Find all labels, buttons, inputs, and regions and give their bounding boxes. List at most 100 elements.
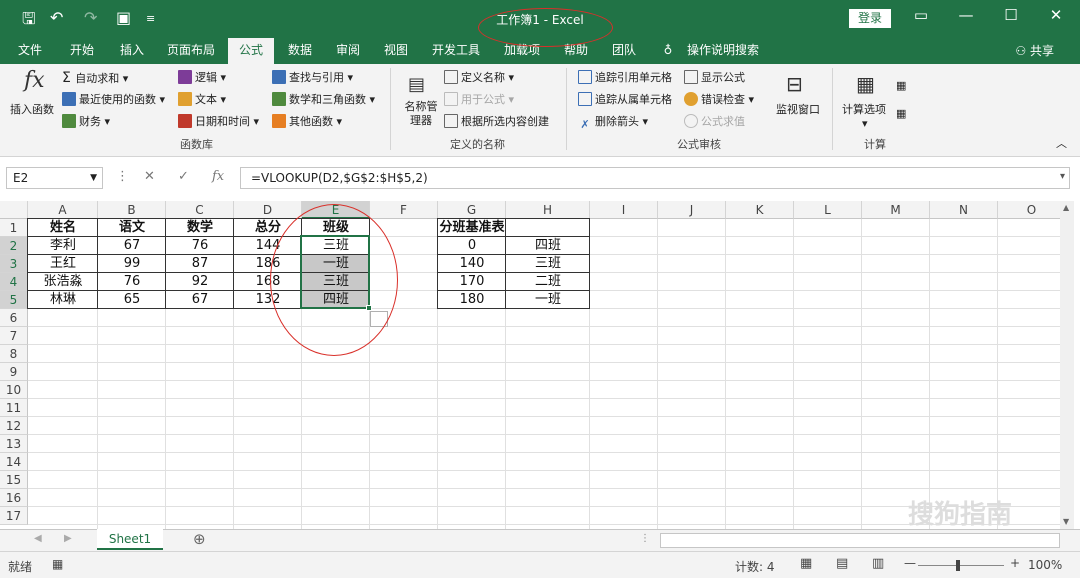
recent-functions-button[interactable]: 最近使用的函数 ▾: [62, 92, 165, 108]
prev-sheet-icon[interactable]: ◀: [34, 533, 42, 544]
zoom-slider[interactable]: [918, 565, 1004, 566]
tab-insert[interactable]: 插入: [110, 38, 154, 64]
scroll-up-icon[interactable]: ▲: [1063, 203, 1069, 212]
calc-sheet-icon[interactable]: ▦: [896, 106, 906, 122]
tab-home[interactable]: 开始: [60, 38, 104, 64]
remove-arrows-button[interactable]: ✗ 删除箭头 ▾: [578, 114, 648, 132]
scroll-down-icon[interactable]: ▼: [1063, 517, 1069, 526]
tab-formulas[interactable]: 公式: [228, 38, 274, 65]
trace-precedents-button[interactable]: 追踪引用单元格: [578, 70, 672, 86]
lookup-button[interactable]: 查找与引用 ▾: [272, 70, 353, 86]
row-header-16[interactable]: 16: [0, 489, 28, 507]
table-cell[interactable]: 王红: [28, 255, 98, 273]
row-header-13[interactable]: 13: [0, 435, 28, 453]
table-cell[interactable]: 林琳: [28, 291, 98, 309]
column-header-n[interactable]: N: [930, 201, 998, 219]
table-cell[interactable]: 三班: [506, 255, 590, 273]
column-header-b[interactable]: B: [98, 201, 166, 219]
table-cell[interactable]: 76: [166, 237, 234, 255]
column-header-d[interactable]: D: [234, 201, 302, 219]
horizontal-scrollbar[interactable]: [660, 533, 1060, 548]
vertical-scrollbar[interactable]: ▲ ▼: [1060, 201, 1074, 529]
formula-input[interactable]: =VLOOKUP(D2,$G$2:$H$5,2): [240, 167, 1070, 189]
add-sheet-icon[interactable]: ⊕: [193, 530, 206, 548]
table-cell[interactable]: 67: [166, 291, 234, 309]
row-header-1[interactable]: 1: [0, 219, 28, 237]
column-header-i[interactable]: I: [590, 201, 658, 219]
tab-view[interactable]: 视图: [376, 38, 416, 64]
table-cell[interactable]: 92: [166, 273, 234, 291]
minimize-icon[interactable]: —: [951, 6, 981, 24]
column-header-g[interactable]: G: [438, 201, 506, 219]
column-header-o[interactable]: O: [998, 201, 1066, 219]
text-button[interactable]: 文本 ▾: [178, 92, 226, 108]
datetime-button[interactable]: 日期和时间 ▾: [178, 114, 259, 130]
create-from-selection-button[interactable]: 根据所选内容创建: [444, 114, 549, 130]
row-header-14[interactable]: 14: [0, 453, 28, 471]
tab-page-layout[interactable]: 页面布局: [160, 38, 222, 64]
tab-file[interactable]: 文件: [8, 38, 52, 64]
column-header-j[interactable]: J: [658, 201, 726, 219]
table-cell[interactable]: 180: [438, 291, 506, 309]
use-in-formula-button[interactable]: 用于公式 ▾: [444, 92, 514, 108]
column-header-f[interactable]: F: [370, 201, 438, 219]
table-cell[interactable]: 76: [98, 273, 166, 291]
table-cell[interactable]: 0: [438, 237, 506, 255]
tab-review[interactable]: 审阅: [328, 38, 368, 64]
row-header-8[interactable]: 8: [0, 345, 28, 363]
name-box[interactable]: E2 ▼: [6, 167, 103, 189]
row-header-10[interactable]: 10: [0, 381, 28, 399]
finance-button[interactable]: 财务 ▾: [62, 114, 110, 130]
zoom-in-icon[interactable]: +: [1010, 556, 1020, 570]
row-header-7[interactable]: 7: [0, 327, 28, 345]
next-sheet-icon[interactable]: ▶: [64, 533, 72, 544]
worksheet-grid[interactable]: A B C D E F G H I J K L M N O 1 2 3 4 5 6 7 8 9 10 11 12 13 14 15 16 17…: [0, 201, 1072, 529]
table-cell[interactable]: 67: [98, 237, 166, 255]
zoom-level[interactable]: 100%: [1028, 558, 1062, 572]
table-cell[interactable]: 李利: [28, 237, 98, 255]
login-button[interactable]: 登录: [849, 9, 891, 28]
trace-dependents-button[interactable]: 追踪从属单元格: [578, 92, 672, 108]
column-header-a[interactable]: A: [28, 201, 98, 219]
row-header-11[interactable]: 11: [0, 399, 28, 417]
zoom-out-icon[interactable]: —: [904, 556, 916, 570]
normal-view-icon[interactable]: ▦: [800, 556, 812, 571]
maximize-icon[interactable]: ☐: [996, 6, 1026, 24]
table-cell[interactable]: 140: [438, 255, 506, 273]
select-all-corner[interactable]: [0, 201, 28, 219]
table-cell[interactable]: 一班: [506, 291, 590, 309]
insert-function-button[interactable]: 插入函数: [10, 102, 54, 118]
tab-developer[interactable]: 开发工具: [424, 38, 488, 64]
evaluate-formula-button[interactable]: 公式求值: [684, 114, 745, 130]
other-functions-button[interactable]: 其他函数 ▾: [272, 114, 342, 130]
row-header-12[interactable]: 12: [0, 417, 28, 435]
zoom-slider-thumb[interactable]: [956, 560, 960, 571]
row-header-17[interactable]: 17: [0, 507, 28, 525]
table-cell[interactable]: 65: [98, 291, 166, 309]
page-break-view-icon[interactable]: ▥: [872, 556, 884, 571]
collapse-ribbon-icon[interactable]: ︿: [1056, 136, 1067, 152]
ribbon-display-icon[interactable]: ▭: [906, 6, 936, 24]
error-check-button[interactable]: 错误检查 ▾: [684, 92, 754, 108]
cancel-icon[interactable]: ✕: [144, 169, 155, 184]
row-header-2[interactable]: 2: [0, 237, 28, 255]
row-header-4[interactable]: 4: [0, 273, 28, 291]
row-header-6[interactable]: 6: [0, 309, 28, 327]
table-cell[interactable]: 二班: [506, 273, 590, 291]
row-header-9[interactable]: 9: [0, 363, 28, 381]
tab-team[interactable]: 团队: [604, 38, 644, 64]
show-formulas-button[interactable]: 显示公式: [684, 70, 745, 86]
insert-function-icon[interactable]: fx: [212, 169, 224, 184]
column-header-m[interactable]: M: [862, 201, 930, 219]
expand-formula-icon[interactable]: ▾: [1060, 171, 1065, 182]
column-header-k[interactable]: K: [726, 201, 794, 219]
autosum-button[interactable]: Σ 自动求和 ▾: [62, 70, 128, 87]
table-cell[interactable]: 张浩淼: [28, 273, 98, 291]
close-icon[interactable]: ✕: [1041, 6, 1071, 24]
math-button[interactable]: 数学和三角函数 ▾: [272, 92, 375, 108]
logic-button[interactable]: 逻辑 ▾: [178, 70, 226, 86]
column-header-h[interactable]: H: [506, 201, 590, 219]
tab-data[interactable]: 数据: [280, 38, 320, 64]
table-cell[interactable]: 87: [166, 255, 234, 273]
sheet-tab-sheet1[interactable]: Sheet1: [97, 529, 163, 550]
